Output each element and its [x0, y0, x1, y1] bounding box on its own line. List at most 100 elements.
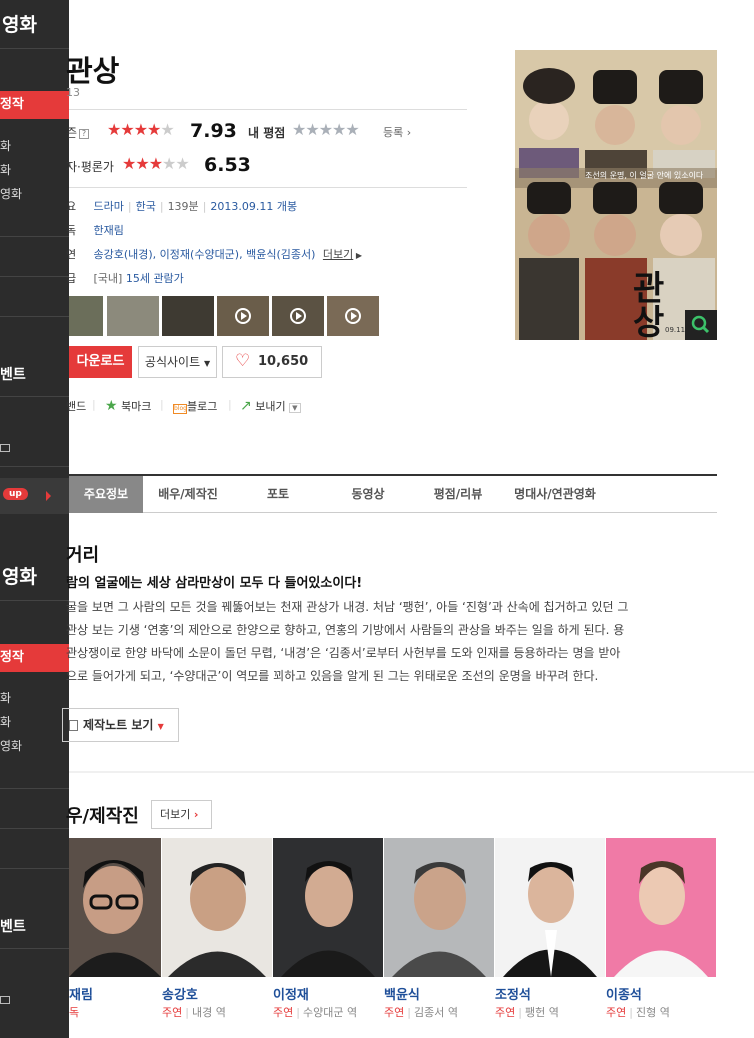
- synopsis-line: 관상쟁이로 한양 바닥에 소문이 돌던 무렵, ‘내경’은 ‘김종서’로부터 사…: [66, 646, 621, 660]
- info-genre-row: 요 드라마 | 한국 | 139분 | 2013.09.11 개봉: [66, 200, 298, 213]
- star-icon: ★: [147, 120, 161, 139]
- cast-card[interactable]: 조정석 주연 | 팽헌 역: [495, 838, 606, 1020]
- production-notes-button[interactable]: 제작노트 보기 ▼: [62, 708, 179, 742]
- cast-name[interactable]: 조정석: [495, 984, 606, 1003]
- sidebar-active-item[interactable]: 정작: [0, 644, 69, 672]
- movie-year: 13: [66, 86, 80, 99]
- star-icon: ★: [160, 120, 174, 139]
- tab-cast-crew[interactable]: 배우/제작진: [143, 476, 233, 513]
- age-rating-link[interactable]: 15세 관람가: [126, 272, 184, 285]
- help-icon[interactable]: ?: [79, 129, 90, 139]
- sidebar-title[interactable]: 영화: [2, 562, 69, 589]
- tab-reviews[interactable]: 평점/리뷰: [413, 476, 503, 513]
- video-thumbnail[interactable]: [327, 296, 379, 336]
- cast-more-link[interactable]: 더보기: [323, 248, 353, 261]
- official-site-dropdown[interactable]: 공식사이트 ▼: [138, 346, 217, 378]
- cast-role: 주연 | 내경 역: [162, 1006, 226, 1019]
- photo-thumbnail[interactable]: [162, 296, 214, 336]
- sidebar-active-item[interactable]: 정작: [0, 91, 69, 119]
- synopsis-heading: 거리: [66, 545, 100, 566]
- band-share[interactable]: 밴드: [66, 398, 86, 414]
- sidebar-event[interactable]: 벤트: [0, 364, 69, 384]
- video-thumbnail[interactable]: [217, 296, 269, 336]
- sidebar-title[interactable]: 영화: [2, 10, 69, 37]
- zoom-button[interactable]: [685, 310, 717, 340]
- person-silhouette: [69, 860, 161, 977]
- star-icon: ★: [133, 120, 148, 139]
- person-silhouette: [281, 861, 375, 977]
- play-icon: [235, 308, 251, 324]
- photo-thumbnail[interactable]: [69, 296, 103, 336]
- sidebar-sub-item[interactable]: 화: [0, 689, 69, 706]
- monitor-icon[interactable]: [0, 996, 69, 1004]
- info-director-row: 독 한재림: [66, 224, 124, 237]
- my-rating-stars[interactable]: ★★★★★: [292, 120, 360, 139]
- monitor-icon[interactable]: [0, 444, 69, 452]
- synopsis-text: 굴을 보면 그 사람의 모든 것을 꿰뚫어보는 천재 관상가 내경. 처남 ‘팽…: [66, 596, 718, 688]
- cast-name[interactable]: 백윤식: [384, 984, 495, 1003]
- sidebar-sub-item[interactable]: 영화: [0, 737, 69, 754]
- cast-card[interactable]: 백윤식 주연 | 김종서 역: [384, 838, 495, 1020]
- download-button[interactable]: 다운로드: [69, 346, 132, 378]
- synopsis-line: 으로 들어가게 되고, ‘수양대군’이 역모를 꾀하고 있음을 알게 된 그는 …: [66, 669, 599, 683]
- cast-card[interactable]: 송강호 주연 | 내경 역: [162, 838, 273, 1020]
- bookmark-button[interactable]: ★ 북마크: [105, 398, 151, 414]
- sidebar-event[interactable]: 벤트: [0, 916, 69, 936]
- photo-thumbnail[interactable]: [107, 296, 159, 336]
- director-link[interactable]: 한재림: [94, 224, 124, 237]
- star-icon: ★: [107, 120, 121, 139]
- synopsis-line: 굴을 보면 그 사람의 모든 것을 꿰뚫어보는 천재 관상가 내경. 처남 ‘팽…: [66, 600, 629, 614]
- cast-role: 주연 | 김종서 역: [384, 1006, 458, 1019]
- tab-quotes[interactable]: 명대사/연관영화: [503, 476, 607, 513]
- heart-icon: ♡: [235, 351, 251, 371]
- like-count: 10,650: [258, 354, 309, 369]
- caret-down-icon[interactable]: ▼: [289, 403, 301, 413]
- cast-name[interactable]: 이종석: [606, 984, 717, 1003]
- release-link[interactable]: 2013.09.11 개봉: [210, 200, 297, 213]
- cast-links[interactable]: 송강호(내경), 이정재(수양대군), 백윤식(김종서): [94, 248, 316, 261]
- cast-name[interactable]: 송강호: [162, 984, 273, 1003]
- genre-link[interactable]: 드라마: [94, 200, 124, 213]
- divider: [0, 948, 69, 949]
- sidebar-sub-item[interactable]: 화: [0, 137, 69, 154]
- divider: [69, 187, 467, 188]
- movie-poster[interactable]: 조선의 운명, 이 얼굴 안에 있소이다 관상 09.11: [515, 50, 717, 340]
- tab-main-info[interactable]: 주요정보: [69, 476, 143, 513]
- up-banner[interactable]: up: [0, 478, 69, 514]
- tab-photos[interactable]: 포토: [233, 476, 323, 513]
- info-cast-row: 연 송강호(내경), 이정재(수양대군), 백윤식(김종서) 더보기 ▶: [66, 248, 362, 261]
- cast-name[interactable]: 재림: [69, 984, 161, 1003]
- divider: [0, 316, 69, 317]
- chevron-right-icon: ›: [193, 808, 199, 821]
- synopsis-lead: 람의 얼굴에는 세상 삼라만상이 모두 다 들어있소이다!: [66, 576, 363, 591]
- info-rating-row: 급 [국내] 15세 관람가: [66, 272, 184, 285]
- sidebar-sub-item[interactable]: 화: [0, 713, 69, 730]
- sidebar-sub-item[interactable]: 영화: [0, 185, 69, 202]
- cast-role: 주연 | 수양대군 역: [273, 1006, 358, 1019]
- cast-card[interactable]: 재림 독: [69, 838, 161, 1020]
- tab-videos[interactable]: 동영상: [323, 476, 413, 513]
- country-link[interactable]: 한국: [136, 200, 156, 213]
- star-icon: ★: [122, 154, 136, 173]
- up-badge: up: [3, 488, 28, 500]
- movie-title: 관상: [66, 54, 120, 88]
- register-rating-link[interactable]: 등록 ›: [383, 124, 411, 140]
- star-icon: ★: [135, 154, 149, 173]
- divider: |: [92, 398, 96, 411]
- cast-card[interactable]: 이정재 주연 | 수양대군 역: [273, 838, 384, 1020]
- cast-more-button[interactable]: 더보기 ›: [151, 800, 212, 829]
- cast-name[interactable]: 이정재: [273, 984, 384, 1003]
- person-silhouette: [614, 861, 708, 977]
- poster-date: 09.11: [665, 326, 686, 334]
- netizen-rating-label: 즌?: [66, 124, 90, 141]
- like-button[interactable]: ♡ 10,650: [222, 346, 322, 378]
- cast-heading: 우/제작진: [66, 806, 139, 827]
- play-icon: [345, 308, 361, 324]
- video-thumbnail[interactable]: [272, 296, 324, 336]
- blog-icon: blog: [173, 404, 187, 414]
- blog-share[interactable]: blog블로그: [173, 398, 217, 414]
- star-icon: ★: [148, 154, 163, 173]
- sidebar-sub-item[interactable]: 화: [0, 161, 69, 178]
- cast-card[interactable]: 이종석 주연 | 진형 역: [606, 838, 717, 1020]
- send-button[interactable]: ↗ 보내기 ▼: [240, 398, 301, 414]
